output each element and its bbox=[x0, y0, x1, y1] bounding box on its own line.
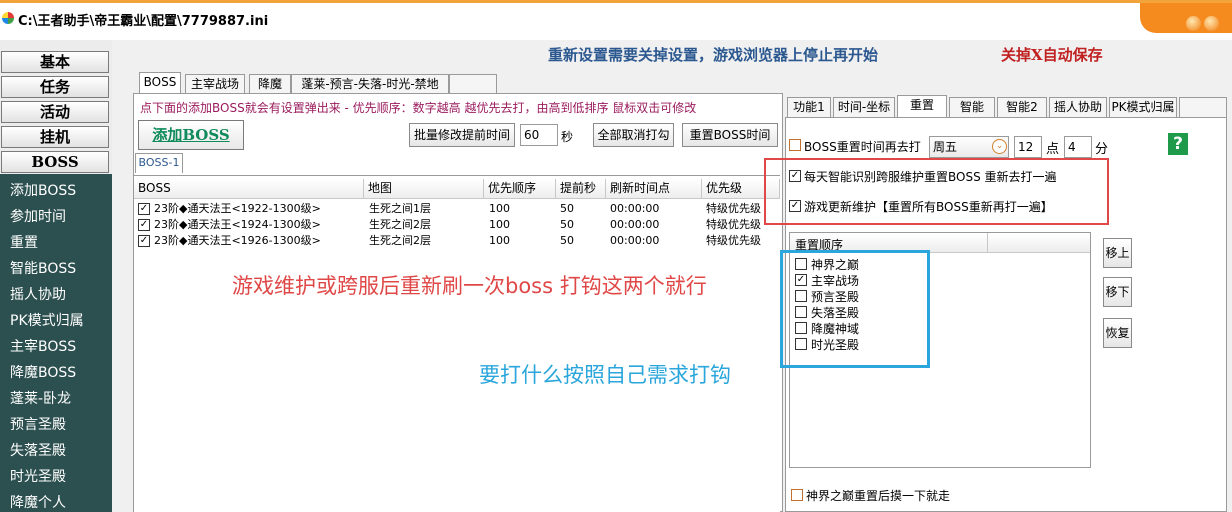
batch-seconds-input[interactable]: 60 bbox=[520, 124, 558, 146]
column-header-order[interactable]: 优先顺序 bbox=[484, 179, 556, 199]
hour-unit: 点 bbox=[1046, 142, 1060, 157]
tab-smart[interactable]: 智能 bbox=[949, 97, 995, 117]
row-map: 生死之间1层 bbox=[369, 202, 431, 215]
restore-button[interactable]: 恢复 bbox=[1103, 318, 1132, 348]
help-icon[interactable]: ? bbox=[1168, 133, 1188, 155]
minute-input[interactable]: 4 bbox=[1064, 136, 1092, 158]
highlight-blue-box bbox=[780, 250, 930, 368]
row-checkbox[interactable]: ✓ bbox=[138, 219, 150, 231]
tab-function1[interactable]: 功能1 bbox=[787, 97, 831, 117]
row-checkbox[interactable]: ✓ bbox=[138, 203, 150, 215]
reset-again-checkbox[interactable] bbox=[789, 139, 801, 151]
nav-idle-button[interactable]: 挂机 bbox=[1, 126, 109, 148]
sidebar-item-reset[interactable]: 重置 bbox=[10, 232, 38, 252]
row-checkbox[interactable]: ✓ bbox=[138, 235, 150, 247]
row-boss-name: 23阶◆通天法王<1926-1300级> bbox=[154, 234, 321, 247]
sidebar-item-assist[interactable]: 摇人协助 bbox=[10, 284, 66, 304]
column-header-map[interactable]: 地图 bbox=[364, 179, 484, 199]
minute-unit: 分 bbox=[1095, 142, 1109, 157]
annotation-red: 游戏维护或跨服后重新刷一次boss 打钩这两个就行 bbox=[232, 274, 707, 298]
sidebar-item-pk-mode[interactable]: PK模式归属 bbox=[10, 310, 84, 330]
window-title: C:\王者助手\帝王霸业\配置\7779887.ini bbox=[18, 14, 269, 29]
sidebar-item-smart-boss[interactable]: 智能BOSS bbox=[10, 258, 76, 278]
sidebar-submenu: 添加BOSS 参加时间 重置 智能BOSS 摇人协助 PK模式归属 主宰BOSS… bbox=[0, 174, 112, 512]
move-up-button[interactable]: 移上 bbox=[1103, 238, 1132, 268]
tab-empty-right[interactable] bbox=[1179, 97, 1227, 117]
row-time: 00:00:00 bbox=[610, 234, 660, 247]
column-header-refresh-time[interactable]: 刷新时间点 bbox=[606, 179, 702, 199]
row-time: 00:00:00 bbox=[610, 218, 660, 231]
row-boss-name: 23阶◆通天法王<1924-1300级> bbox=[154, 218, 321, 231]
tab-reset[interactable]: 重置 bbox=[897, 95, 947, 117]
hint-text: 点下面的添加BOSS就会有设置弹出来 - 优先顺序：数字越高 越优先去打，由高到… bbox=[140, 101, 697, 115]
batch-modify-button[interactable]: 批量修改提前时间 bbox=[409, 123, 515, 147]
move-down-button[interactable]: 移下 bbox=[1103, 277, 1132, 307]
sidebar-item-demon-boss[interactable]: 降魔BOSS bbox=[10, 362, 76, 382]
row-map: 生死之间2层 bbox=[369, 218, 431, 231]
nav-boss-button[interactable]: BOSS bbox=[1, 151, 109, 173]
tab-penglai[interactable]: 蓬莱-预言-失落-时光-禁地 bbox=[291, 74, 449, 94]
chevron-down-icon[interactable]: ⌄ bbox=[992, 139, 1007, 154]
tab-master-battlefield[interactable]: 主宰战场 bbox=[185, 74, 245, 94]
sidebar-item-master-boss[interactable]: 主宰BOSS bbox=[10, 336, 76, 356]
nav-task-button[interactable]: 任务 bbox=[1, 76, 109, 98]
seconds-unit: 秒 bbox=[561, 130, 574, 144]
row-order: 100 bbox=[489, 234, 510, 247]
uncheck-all-button[interactable]: 全部取消打勾 bbox=[593, 123, 674, 147]
window-controls-tab bbox=[1140, 3, 1232, 33]
row-boss-name: 23阶◆通天法王<1922-1300级> bbox=[154, 202, 321, 215]
add-boss-button[interactable]: 添加BOSS bbox=[138, 120, 244, 150]
close-button[interactable] bbox=[1204, 16, 1219, 31]
bottom-option-label: 神界之巅重置后摸一下就走 bbox=[806, 489, 951, 503]
title-bar: C:\王者助手\帝王霸业\配置\7779887.ini bbox=[0, 0, 1232, 40]
sidebar-item-time[interactable]: 时光圣殿 bbox=[10, 466, 66, 486]
annotation-blue: 要打什么按照自己需求打钩 bbox=[479, 363, 731, 387]
tab-empty[interactable] bbox=[449, 74, 497, 94]
reset-again-label: BOSS重置时间再去打 bbox=[804, 140, 921, 154]
row-time: 00:00:00 bbox=[610, 202, 660, 215]
column-header-ahead[interactable]: 提前秒 bbox=[556, 179, 606, 199]
notice-emphasis: 关掉X自动保存 bbox=[1001, 46, 1103, 64]
tab-smart2[interactable]: 智能2 bbox=[997, 97, 1047, 117]
minimize-button[interactable] bbox=[1186, 16, 1201, 31]
row-order: 100 bbox=[489, 218, 510, 231]
row-map: 生死之间2层 bbox=[369, 234, 431, 247]
app-icon bbox=[2, 12, 14, 24]
tab-assist[interactable]: 摇人协助 bbox=[1049, 97, 1107, 117]
tab-time-coordinate[interactable]: 时间-坐标 bbox=[833, 97, 895, 117]
sidebar-item-add-boss[interactable]: 添加BOSS bbox=[10, 180, 76, 200]
sidebar-item-join-time[interactable]: 参加时间 bbox=[10, 206, 66, 226]
reset-boss-time-button[interactable]: 重置BOSS时间 bbox=[682, 123, 778, 147]
nav-activity-button[interactable]: 活动 bbox=[1, 101, 109, 123]
tab-demon[interactable]: 降魔 bbox=[249, 74, 291, 94]
sidebar-item-lost[interactable]: 失落圣殿 bbox=[10, 440, 66, 460]
column-header-boss[interactable]: BOSS bbox=[134, 179, 364, 199]
notice-text: 重新设置需要关掉设置，游戏浏览器上停止再开始 bbox=[548, 46, 879, 64]
sidebar-item-prophecy[interactable]: 预言圣殿 bbox=[10, 414, 66, 434]
row-level: 特级优先级 bbox=[706, 234, 761, 247]
hour-input[interactable]: 12 bbox=[1014, 136, 1042, 158]
bottom-option-checkbox[interactable] bbox=[791, 489, 803, 501]
row-ahead: 50 bbox=[560, 234, 574, 247]
row-ahead: 50 bbox=[560, 202, 574, 215]
row-order: 100 bbox=[489, 202, 510, 215]
sidebar-item-demon-personal[interactable]: 降魔个人 bbox=[10, 492, 66, 512]
highlight-red-box bbox=[764, 158, 1109, 225]
row-ahead: 50 bbox=[560, 218, 574, 231]
tab-pk-mode[interactable]: PK模式归属 bbox=[1109, 97, 1177, 117]
tab-boss[interactable]: BOSS bbox=[139, 72, 181, 94]
tab-boss-1[interactable]: BOSS-1 bbox=[135, 153, 183, 173]
sidebar-item-penglai[interactable]: 蓬莱-卧龙 bbox=[10, 388, 71, 408]
nav-basic-button[interactable]: 基本 bbox=[1, 51, 109, 73]
